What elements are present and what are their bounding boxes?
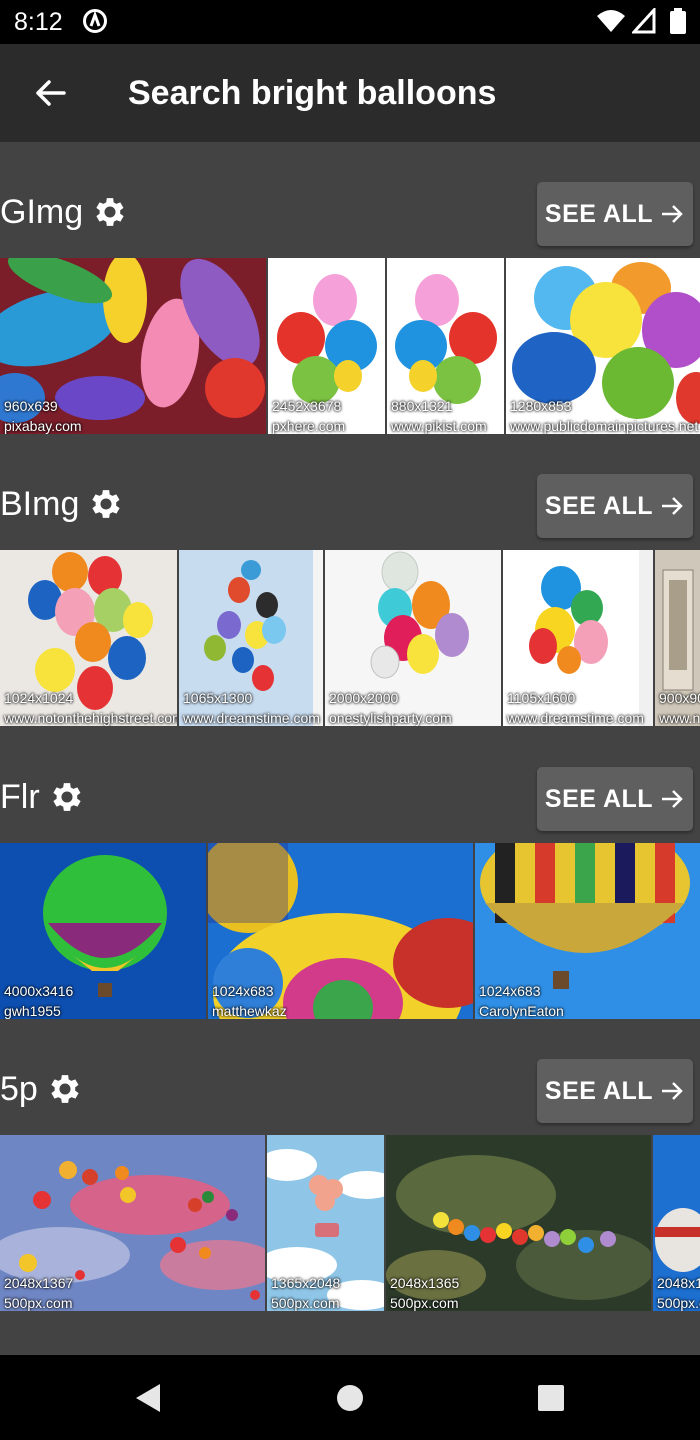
image-dimensions: 960x639 (4, 398, 58, 414)
image-source: matthewkaz (212, 1003, 287, 1019)
arrow-forward-icon (662, 790, 683, 808)
image-tile[interactable]: 2452x3678 pxhere.com (268, 258, 385, 434)
image-source: pxhere.com (272, 418, 346, 434)
image-tile[interactable]: 1024x683 CarolynEaton (475, 843, 700, 1019)
image-source: www.dreamstime.com (507, 710, 644, 726)
navigation-bar (0, 1355, 700, 1440)
nav-home-icon[interactable] (336, 1384, 364, 1412)
image-tile[interactable]: 1280x853 www.publicdomainpictures.net (506, 258, 700, 434)
section-header: 5p (0, 1059, 84, 1119)
see-all-label: SEE ALL (544, 1076, 654, 1105)
wifi-icon (597, 10, 625, 32)
image-dimensions: 4000x3416 (4, 983, 74, 999)
image-tile[interactable]: 1024x683 matthewkaz (208, 843, 473, 1019)
image-strip: 960x639 pixabay.com 2452x3678 pxhere.com (0, 258, 700, 434)
section-flr: Flr SEE ALL 4000x3416 gwh1955 1024x683 m… (0, 727, 700, 1019)
image-dimensions: 1024x683 (479, 983, 541, 999)
image-source: 500px.c (657, 1295, 700, 1311)
arrow-forward-icon (662, 497, 683, 515)
image-dimensions: 1365x2048 (271, 1275, 341, 1291)
image-tile[interactable]: 880x1321 www.pikist.com (387, 258, 504, 434)
section-title: Flr (0, 777, 40, 816)
section-5p: 5p SEE ALL 2048x1367 500px.com 1365x2048… (0, 1019, 700, 1311)
image-source: onestylishparty.com (329, 710, 452, 726)
page-title: Search bright balloons (128, 74, 497, 112)
section-title: GImg (0, 192, 84, 231)
image-source: 500px.com (390, 1295, 459, 1311)
section-bimg: BImg SEE ALL 1024x1024 www.notonthehighs… (0, 434, 700, 726)
section-title: BImg (0, 484, 80, 523)
app-notification-icon (83, 9, 107, 33)
image-dimensions: 1024x683 (212, 983, 274, 999)
image-source: gwh1955 (4, 1003, 61, 1019)
gear-icon[interactable] (46, 1070, 84, 1108)
image-tile[interactable]: 1105x1600 www.dreamstime.com (503, 550, 653, 726)
image-strip: 2048x1367 500px.com 1365x2048 500px.com (0, 1135, 700, 1311)
battery-icon (670, 8, 686, 34)
arrow-forward-icon (662, 1082, 683, 1100)
image-dimensions: 2000x2000 (329, 690, 399, 706)
see-all-label: SEE ALL (544, 784, 654, 813)
arrow-back-icon[interactable] (28, 70, 74, 116)
image-source: pixabay.com (4, 418, 82, 434)
image-dimensions: 2048x1367 (4, 1275, 74, 1291)
image-strip: 4000x3416 gwh1955 1024x683 matthewkaz 10… (0, 843, 700, 1019)
image-dimensions: 1280x853 (510, 398, 572, 414)
image-source: 500px.com (4, 1295, 73, 1311)
image-strip: 1024x1024 www.notonthehighstreet.com 106… (0, 550, 700, 726)
image-dimensions: 2048x1365 (390, 1275, 460, 1291)
see-all-button[interactable]: SEE ALL (537, 1059, 693, 1123)
image-source: www.publicdomainpictures.net (510, 418, 699, 434)
image-tile[interactable]: 2000x2000 onestylishparty.com (325, 550, 501, 726)
image-source: www.notonthehighstreet.com (4, 710, 177, 726)
image-tile[interactable]: 1065x1300 www.dreamstime.com (179, 550, 323, 726)
image-tile[interactable]: 960x639 pixabay.com (0, 258, 266, 434)
status-bar: 8:12 (0, 0, 700, 44)
image-tile[interactable]: 1024x1024 www.notonthehighstreet.com (0, 550, 177, 726)
section-header: BImg (0, 474, 125, 534)
image-tile[interactable]: 2048x1 500px.c (653, 1135, 700, 1311)
image-dimensions: 900x900 (659, 690, 700, 706)
image-dimensions: 1024x1024 (4, 690, 74, 706)
image-dimensions: 1065x1300 (183, 690, 253, 706)
see-all-button[interactable]: SEE ALL (537, 182, 693, 246)
image-dimensions: 2452x3678 (272, 398, 342, 414)
image-tile[interactable]: 2048x1367 500px.com (0, 1135, 265, 1311)
status-time: 8:12 (14, 8, 63, 36)
nav-back-icon[interactable] (133, 1382, 163, 1414)
image-source: www.dreamstime.com (183, 710, 320, 726)
image-dimensions: 2048x1 (657, 1275, 700, 1291)
image-dimensions: 880x1321 (391, 398, 453, 414)
see-all-button[interactable]: SEE ALL (537, 474, 693, 538)
image-tile[interactable]: 900x900 www.n (655, 550, 700, 726)
section-gimg: GImg SEE ALL 960x639 pixabay.com 2452x36… (0, 142, 700, 434)
arrow-forward-icon (662, 205, 683, 223)
image-source: www.n (659, 710, 700, 726)
see-all-label: SEE ALL (544, 491, 654, 520)
nav-recents-icon[interactable] (537, 1384, 565, 1412)
image-tile[interactable]: 2048x1365 500px.com (386, 1135, 651, 1311)
section-header: Flr (0, 767, 86, 827)
app-bar: Search bright balloons (0, 44, 700, 142)
section-header: GImg (0, 182, 129, 242)
image-source: 500px.com (271, 1295, 340, 1311)
see-all-button[interactable]: SEE ALL (537, 767, 693, 831)
gear-icon[interactable] (91, 193, 129, 231)
gear-icon[interactable] (48, 778, 86, 816)
section-title: 5p (0, 1069, 38, 1108)
image-dimensions: 1105x1600 (507, 690, 576, 706)
image-source: www.pikist.com (391, 418, 487, 434)
gear-icon[interactable] (87, 485, 125, 523)
see-all-label: SEE ALL (544, 199, 654, 228)
image-tile[interactable]: 4000x3416 gwh1955 (0, 843, 206, 1019)
image-source: CarolynEaton (479, 1003, 564, 1019)
image-tile[interactable]: 1365x2048 500px.com (267, 1135, 384, 1311)
signal-icon (632, 8, 656, 34)
